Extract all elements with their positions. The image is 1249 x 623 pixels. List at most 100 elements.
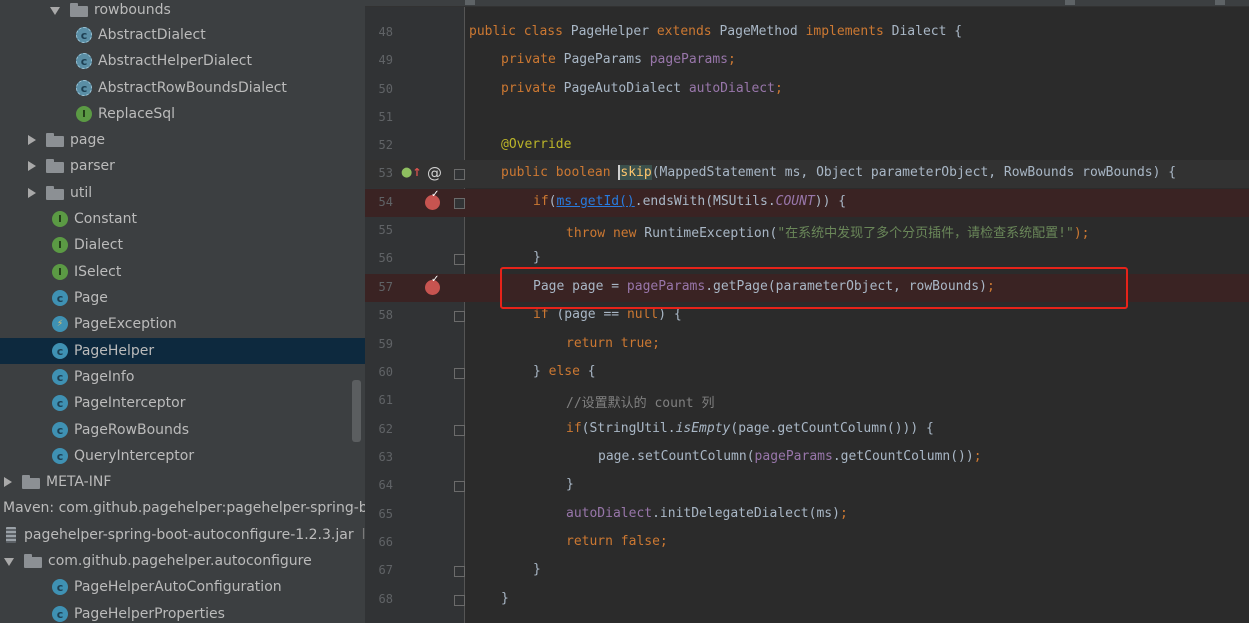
code-line-54[interactable]: 54 if(ms.getId().endsWith(MSUtils.COUNT)…: [365, 189, 1249, 217]
annotation-icon[interactable]: @: [427, 164, 442, 182]
tree-item-util-package[interactable]: util: [0, 180, 365, 206]
tree-item-abstractdialect[interactable]: AbstractDialect: [0, 22, 365, 48]
code-text: autoDialect.initDelegateDialect(ms);: [566, 506, 848, 521]
fold-marker-icon[interactable]: [454, 425, 465, 436]
code-text: public class PageHelper extends PageMeth…: [469, 24, 963, 39]
implements-method-icon[interactable]: ●↑: [401, 165, 422, 180]
code-line-68[interactable]: 68 }: [365, 586, 1249, 614]
fold-marker-icon[interactable]: [454, 254, 465, 265]
code-line-55[interactable]: 55 throw new RuntimeException("在系统中发现了多个…: [365, 217, 1249, 245]
code-line-53[interactable]: 53 ●↑ @ public boolean skip(MappedStatem…: [365, 160, 1249, 188]
fold-marker-icon[interactable]: [454, 595, 465, 606]
code-line-56[interactable]: 56 }: [365, 245, 1249, 273]
tree-item-replacesql[interactable]: ReplaceSql: [0, 101, 365, 127]
line-number: 64: [378, 478, 393, 492]
tree-item-label: page: [70, 132, 105, 148]
tree-item-pagerowbounds[interactable]: PageRowBounds: [0, 417, 365, 443]
breakpoint-icon[interactable]: [425, 189, 440, 210]
line-number: 68: [378, 592, 393, 606]
tree-item-parser-package[interactable]: parser: [0, 153, 365, 179]
fold-marker-icon[interactable]: [454, 566, 465, 577]
tree-item-dialect[interactable]: Dialect: [0, 232, 365, 258]
fold-marker-icon[interactable]: [454, 311, 465, 322]
class-icon: [52, 343, 68, 359]
line-number: 54: [378, 195, 393, 209]
code-line-66[interactable]: 66 return false;: [365, 529, 1249, 557]
tree-item-abstracthelperdialect[interactable]: AbstractHelperDialect: [0, 48, 365, 74]
code-line-63[interactable]: 63 page.setCountColumn(pageParams.getCou…: [365, 444, 1249, 472]
code-line-50[interactable]: 50 private PageAutoDialect autoDialect;: [365, 76, 1249, 104]
line-number: 60: [378, 365, 393, 379]
code-line-51[interactable]: 51: [365, 104, 1249, 132]
class-icon: [52, 448, 68, 464]
code-text: Page page = pageParams.getPage(parameter…: [533, 279, 995, 294]
breakpoint-icon[interactable]: [425, 274, 440, 295]
collapse-arrow-icon[interactable]: [26, 134, 38, 146]
tree-item-pageinfo[interactable]: PageInfo: [0, 364, 365, 390]
tree-item-rowbounds[interactable]: rowbounds: [0, 0, 365, 23]
line-number: 51: [378, 110, 393, 124]
tree-item-iselect[interactable]: ISelect: [0, 259, 365, 285]
code-line-48[interactable]: 48 public class PageHelper extends PageM…: [365, 19, 1249, 47]
code-comment: //设置默认的 count 列: [566, 396, 715, 411]
tree-item-label: AbstractRowBoundsDialect: [98, 80, 287, 96]
tree-item-label: PageHelperProperties: [74, 606, 225, 622]
tree-item-label: META-INF: [46, 474, 112, 490]
tree-item-label: AbstractDialect: [98, 27, 206, 43]
line-number: 50: [378, 82, 393, 96]
tree-item-pageinterceptor[interactable]: PageInterceptor: [0, 390, 365, 416]
fold-marker-icon[interactable]: [454, 368, 465, 379]
tree-item-pageexception[interactable]: PageException: [0, 311, 365, 337]
code-line-57[interactable]: 57 Page page = pageParams.getPage(parame…: [365, 274, 1249, 302]
line-number: 67: [378, 563, 393, 577]
code-line-52[interactable]: 52 @Override: [365, 132, 1249, 160]
tree-item-page-package[interactable]: page: [0, 127, 365, 153]
code-text: throw new RuntimeException("在系统中发现了多个分页插…: [566, 226, 1090, 241]
editor-tab-strip: [365, 0, 1249, 7]
code-text: }: [566, 477, 574, 492]
tree-item-autoconfigure-package[interactable]: com.github.pagehelper.autoconfigure: [0, 548, 365, 574]
code-line-49[interactable]: 49 private PageParams pageParams;: [365, 47, 1249, 75]
class-icon: [52, 369, 68, 385]
code-text: }: [533, 562, 541, 577]
package-folder-icon: [46, 159, 64, 173]
fold-marker-icon[interactable]: [454, 481, 465, 492]
collapse-arrow-icon[interactable]: [26, 160, 38, 172]
code-editor[interactable]: 48 public class PageHelper extends PageM…: [365, 0, 1249, 623]
tree-item-jar[interactable]: pagehelper-spring-boot-autoconfigure-1.2…: [0, 522, 365, 548]
line-number: 48: [378, 25, 393, 39]
expand-arrow-icon[interactable]: [50, 4, 62, 16]
tree-item-label: PageHelper: [74, 343, 155, 359]
code-line-67[interactable]: 67 }: [365, 557, 1249, 585]
code-line-59[interactable]: 59 return true;: [365, 331, 1249, 359]
tree-item-meta-inf[interactable]: META-INF: [0, 469, 365, 495]
tree-item-queryinterceptor[interactable]: QueryInterceptor: [0, 443, 365, 469]
code-line-61[interactable]: 61 //设置默认的 count 列: [365, 387, 1249, 415]
fold-marker-icon[interactable]: [454, 169, 465, 180]
code-line-60[interactable]: 60 } else {: [365, 359, 1249, 387]
code-line-58[interactable]: 58 if (page == null) {: [365, 302, 1249, 330]
tree-scrollbar[interactable]: [352, 380, 361, 442]
folder-icon: [22, 475, 40, 489]
tree-item-maven-library[interactable]: Maven: com.github.pagehelper:pagehelper-…: [0, 495, 365, 521]
expand-arrow-icon[interactable]: [4, 555, 16, 567]
code-text: page.setCountColumn(pageParams.getCountC…: [598, 449, 982, 464]
tree-item-label: util: [70, 185, 93, 201]
tab-edge: [1065, 0, 1075, 5]
tab-edge: [465, 0, 475, 5]
collapse-arrow-icon[interactable]: [26, 187, 38, 199]
code-line-62[interactable]: 62 if(StringUtil.isEmpty(page.getCountCo…: [365, 416, 1249, 444]
tree-item-pagehelperproperties[interactable]: PageHelperProperties: [0, 601, 365, 623]
tree-item-constant[interactable]: Constant: [0, 206, 365, 232]
tree-item-page[interactable]: Page: [0, 285, 365, 311]
tree-item-abstractrowboundsdialect[interactable]: AbstractRowBoundsDialect: [0, 75, 365, 101]
line-number: 61: [378, 393, 393, 407]
package-folder-icon: [24, 554, 42, 568]
tree-item-pagehelperautoconfiguration[interactable]: PageHelperAutoConfiguration: [0, 574, 365, 600]
fold-marker-icon[interactable]: [454, 198, 465, 209]
collapse-arrow-icon[interactable]: [2, 476, 14, 488]
code-line-65[interactable]: 65 autoDialect.initDelegateDialect(ms);: [365, 501, 1249, 529]
tree-item-pagehelper[interactable]: PageHelper: [0, 338, 365, 364]
class-icon: [52, 395, 68, 411]
code-line-64[interactable]: 64 }: [365, 472, 1249, 500]
